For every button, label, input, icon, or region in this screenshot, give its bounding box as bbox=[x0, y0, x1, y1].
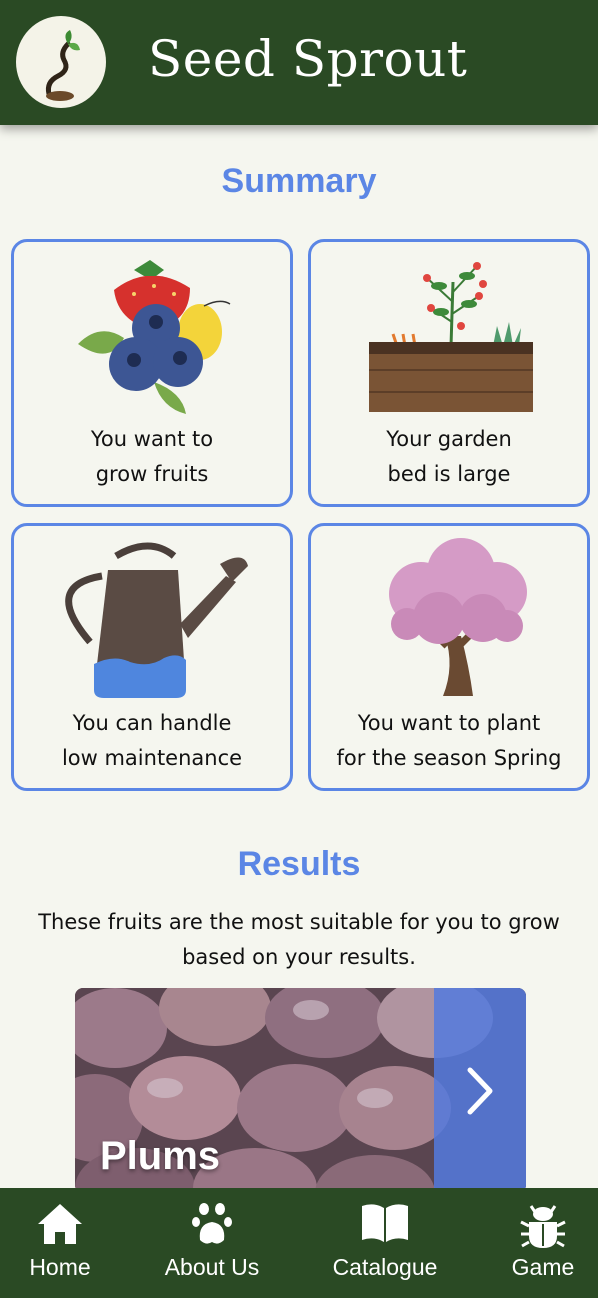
summary-card-text: Your garden bed is large bbox=[386, 427, 512, 486]
summary-card-text: You can handle low maintenance bbox=[61, 711, 243, 770]
summary-card-fruits: You want to grow fruits bbox=[11, 239, 293, 507]
book-icon bbox=[362, 1204, 408, 1242]
blossom-tree-icon bbox=[389, 538, 527, 696]
chevron-right-icon bbox=[467, 1067, 493, 1115]
nav-game[interactable]: Game bbox=[500, 1188, 586, 1298]
summary-card-garden-bed: Your garden bed is large bbox=[308, 239, 590, 507]
sprout-logo-icon[interactable] bbox=[16, 16, 106, 108]
app-header: Seed Sprout bbox=[0, 0, 598, 125]
nav-label: About Us bbox=[164, 1254, 260, 1280]
results-description: These fruits are the most suitable for y… bbox=[38, 910, 560, 969]
nav-label: Home bbox=[29, 1254, 91, 1280]
summary-card-text: You want to plant for the season Spring bbox=[336, 711, 562, 770]
summary-heading: Summary bbox=[221, 162, 377, 200]
app-title: Seed Sprout bbox=[148, 30, 468, 88]
nav-home[interactable]: Home bbox=[8, 1188, 112, 1298]
nav-about-us[interactable]: About Us bbox=[156, 1188, 268, 1298]
watering-can-icon bbox=[65, 542, 248, 698]
result-name: Plums bbox=[100, 1134, 221, 1178]
results-heading: Results bbox=[237, 845, 361, 883]
next-result-button[interactable] bbox=[434, 988, 526, 1193]
summary-card-season: You want to plant for the season Spring bbox=[308, 523, 590, 791]
home-icon bbox=[38, 1204, 82, 1244]
bottom-nav: Home About Us Catalogue Game bbox=[0, 1188, 598, 1298]
nav-label: Game bbox=[511, 1254, 575, 1280]
bug-icon bbox=[520, 1205, 566, 1248]
paw-icon bbox=[192, 1203, 232, 1244]
summary-card-maintenance: You can handle low maintenance bbox=[11, 523, 293, 791]
nav-label: Catalogue bbox=[332, 1254, 438, 1280]
garden-bed-icon bbox=[369, 262, 533, 412]
nav-catalogue[interactable]: Catalogue bbox=[330, 1188, 440, 1298]
summary-card-text: You want to grow fruits bbox=[90, 427, 214, 486]
result-card-plums[interactable]: Plums bbox=[75, 988, 526, 1193]
fruits-icon bbox=[78, 260, 231, 414]
